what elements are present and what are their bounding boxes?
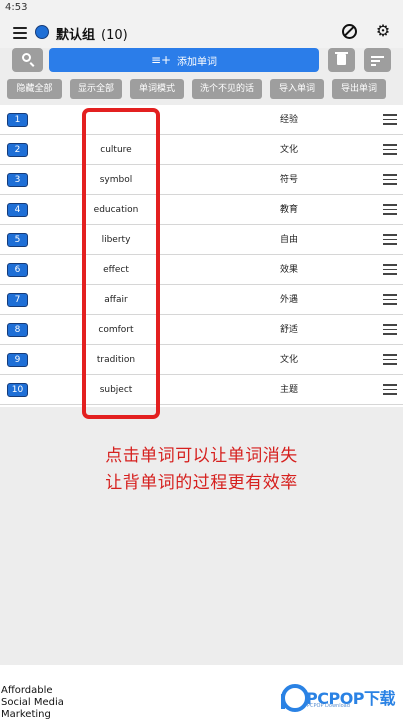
row-number-badge: 3 <box>7 173 28 187</box>
drag-handle-icon[interactable] <box>383 264 397 275</box>
ad-text[interactable]: Affordable Social Media Marketing <box>1 685 71 720</box>
drag-handle-icon[interactable] <box>383 144 397 155</box>
row-meaning: 教育 <box>280 205 299 215</box>
drag-handle-icon[interactable] <box>383 354 397 365</box>
row-number-badge: 1 <box>7 113 28 127</box>
ad-banner[interactable]: Affordable Social Media Marketing PCPOP下… <box>0 665 403 720</box>
row-meaning: 主题 <box>280 385 299 395</box>
add-word-label: 添加单词 <box>177 56 218 68</box>
row-meaning: 文化 <box>280 145 299 155</box>
drag-handle-icon[interactable] <box>383 174 397 185</box>
status-bar: 4:53 <box>0 0 403 16</box>
row-number-badge: 6 <box>7 263 28 277</box>
group-name: 默认组 <box>56 28 96 43</box>
word-row[interactable]: 2 culture 文化 <box>0 135 403 165</box>
word-row[interactable]: 4 education 教育 <box>0 195 403 225</box>
status-time: 4:53 <box>5 2 28 13</box>
word-list: 1 经验 2 culture 文化 3 symbol 符号 4 educatio… <box>0 105 403 407</box>
add-word-button[interactable]: ≡+ 添加单词 <box>49 48 319 72</box>
row-meaning: 自由 <box>280 235 299 245</box>
group-count: (10) <box>101 28 128 43</box>
chip-shuffle[interactable]: 洗个不见的话 <box>192 79 262 99</box>
row-meaning: 外遇 <box>280 295 299 305</box>
row-meaning: 效果 <box>280 265 299 275</box>
drag-handle-icon[interactable] <box>383 114 397 125</box>
drag-handle-icon[interactable] <box>383 384 397 395</box>
row-number-badge: 10 <box>7 383 28 397</box>
drag-handle-icon[interactable] <box>383 204 397 215</box>
watermark-sub: PCPOP Download <box>307 703 350 709</box>
row-number-badge: 9 <box>7 353 28 367</box>
chip-word-mode[interactable]: 单词模式 <box>130 79 184 99</box>
block-icon[interactable] <box>342 24 357 39</box>
page-title[interactable]: 默认组 (10) <box>56 24 128 43</box>
group-color-icon <box>35 25 49 39</box>
row-number-badge: 2 <box>7 143 28 157</box>
pcpop-logo-icon <box>279 682 309 712</box>
chip-import[interactable]: 导入单词 <box>270 79 324 99</box>
row-number-badge: 5 <box>7 233 28 247</box>
highlight-annotation-box <box>82 108 160 419</box>
sort-button[interactable] <box>364 48 391 72</box>
word-row[interactable]: 8 comfort 舒适 <box>0 315 403 345</box>
drag-handle-icon[interactable] <box>383 234 397 245</box>
drag-handle-icon[interactable] <box>383 294 397 305</box>
word-row[interactable]: 6 effect 效果 <box>0 255 403 285</box>
row-meaning: 符号 <box>280 175 299 185</box>
word-row[interactable]: 9 tradition 文化 <box>0 345 403 375</box>
action-chips: 隐藏全部 显示全部 单词模式 洗个不见的话 导入单词 导出单词 <box>0 79 403 99</box>
delete-button[interactable] <box>328 48 355 72</box>
playlist-add-icon: ≡+ <box>150 53 172 67</box>
row-meaning: 文化 <box>280 355 299 365</box>
trash-icon <box>335 52 348 65</box>
app-bar: 默认组 (10) ⚙ <box>0 16 403 48</box>
chip-export[interactable]: 导出单词 <box>332 79 386 99</box>
chip-show-all[interactable]: 显示全部 <box>70 79 122 99</box>
gear-icon[interactable]: ⚙ <box>375 22 391 40</box>
search-icon <box>22 53 31 62</box>
row-number-badge: 8 <box>7 323 28 337</box>
row-meaning: 舒适 <box>280 325 299 335</box>
annotation-caption-line-2: 让背单词的过程更有效率 <box>105 473 298 493</box>
menu-icon[interactable] <box>13 27 27 39</box>
row-number-badge: 7 <box>7 293 28 307</box>
word-row[interactable]: 10 subject 主题 <box>0 375 403 405</box>
row-meaning: 经验 <box>280 115 299 125</box>
word-row[interactable]: 1 经验 <box>0 105 403 135</box>
annotation-caption-line-1: 点击单词可以让单词消失 <box>105 446 298 466</box>
row-number-badge: 4 <box>7 203 28 217</box>
word-row[interactable]: 5 liberty 自由 <box>0 225 403 255</box>
drag-handle-icon[interactable] <box>383 324 397 335</box>
word-row[interactable]: 3 symbol 符号 <box>0 165 403 195</box>
toolbar: ≡+ 添加单词 <box>0 48 403 78</box>
search-button[interactable] <box>12 48 43 72</box>
chip-hide-all[interactable]: 隐藏全部 <box>7 79 62 99</box>
word-row[interactable]: 7 affair 外遇 <box>0 285 403 315</box>
